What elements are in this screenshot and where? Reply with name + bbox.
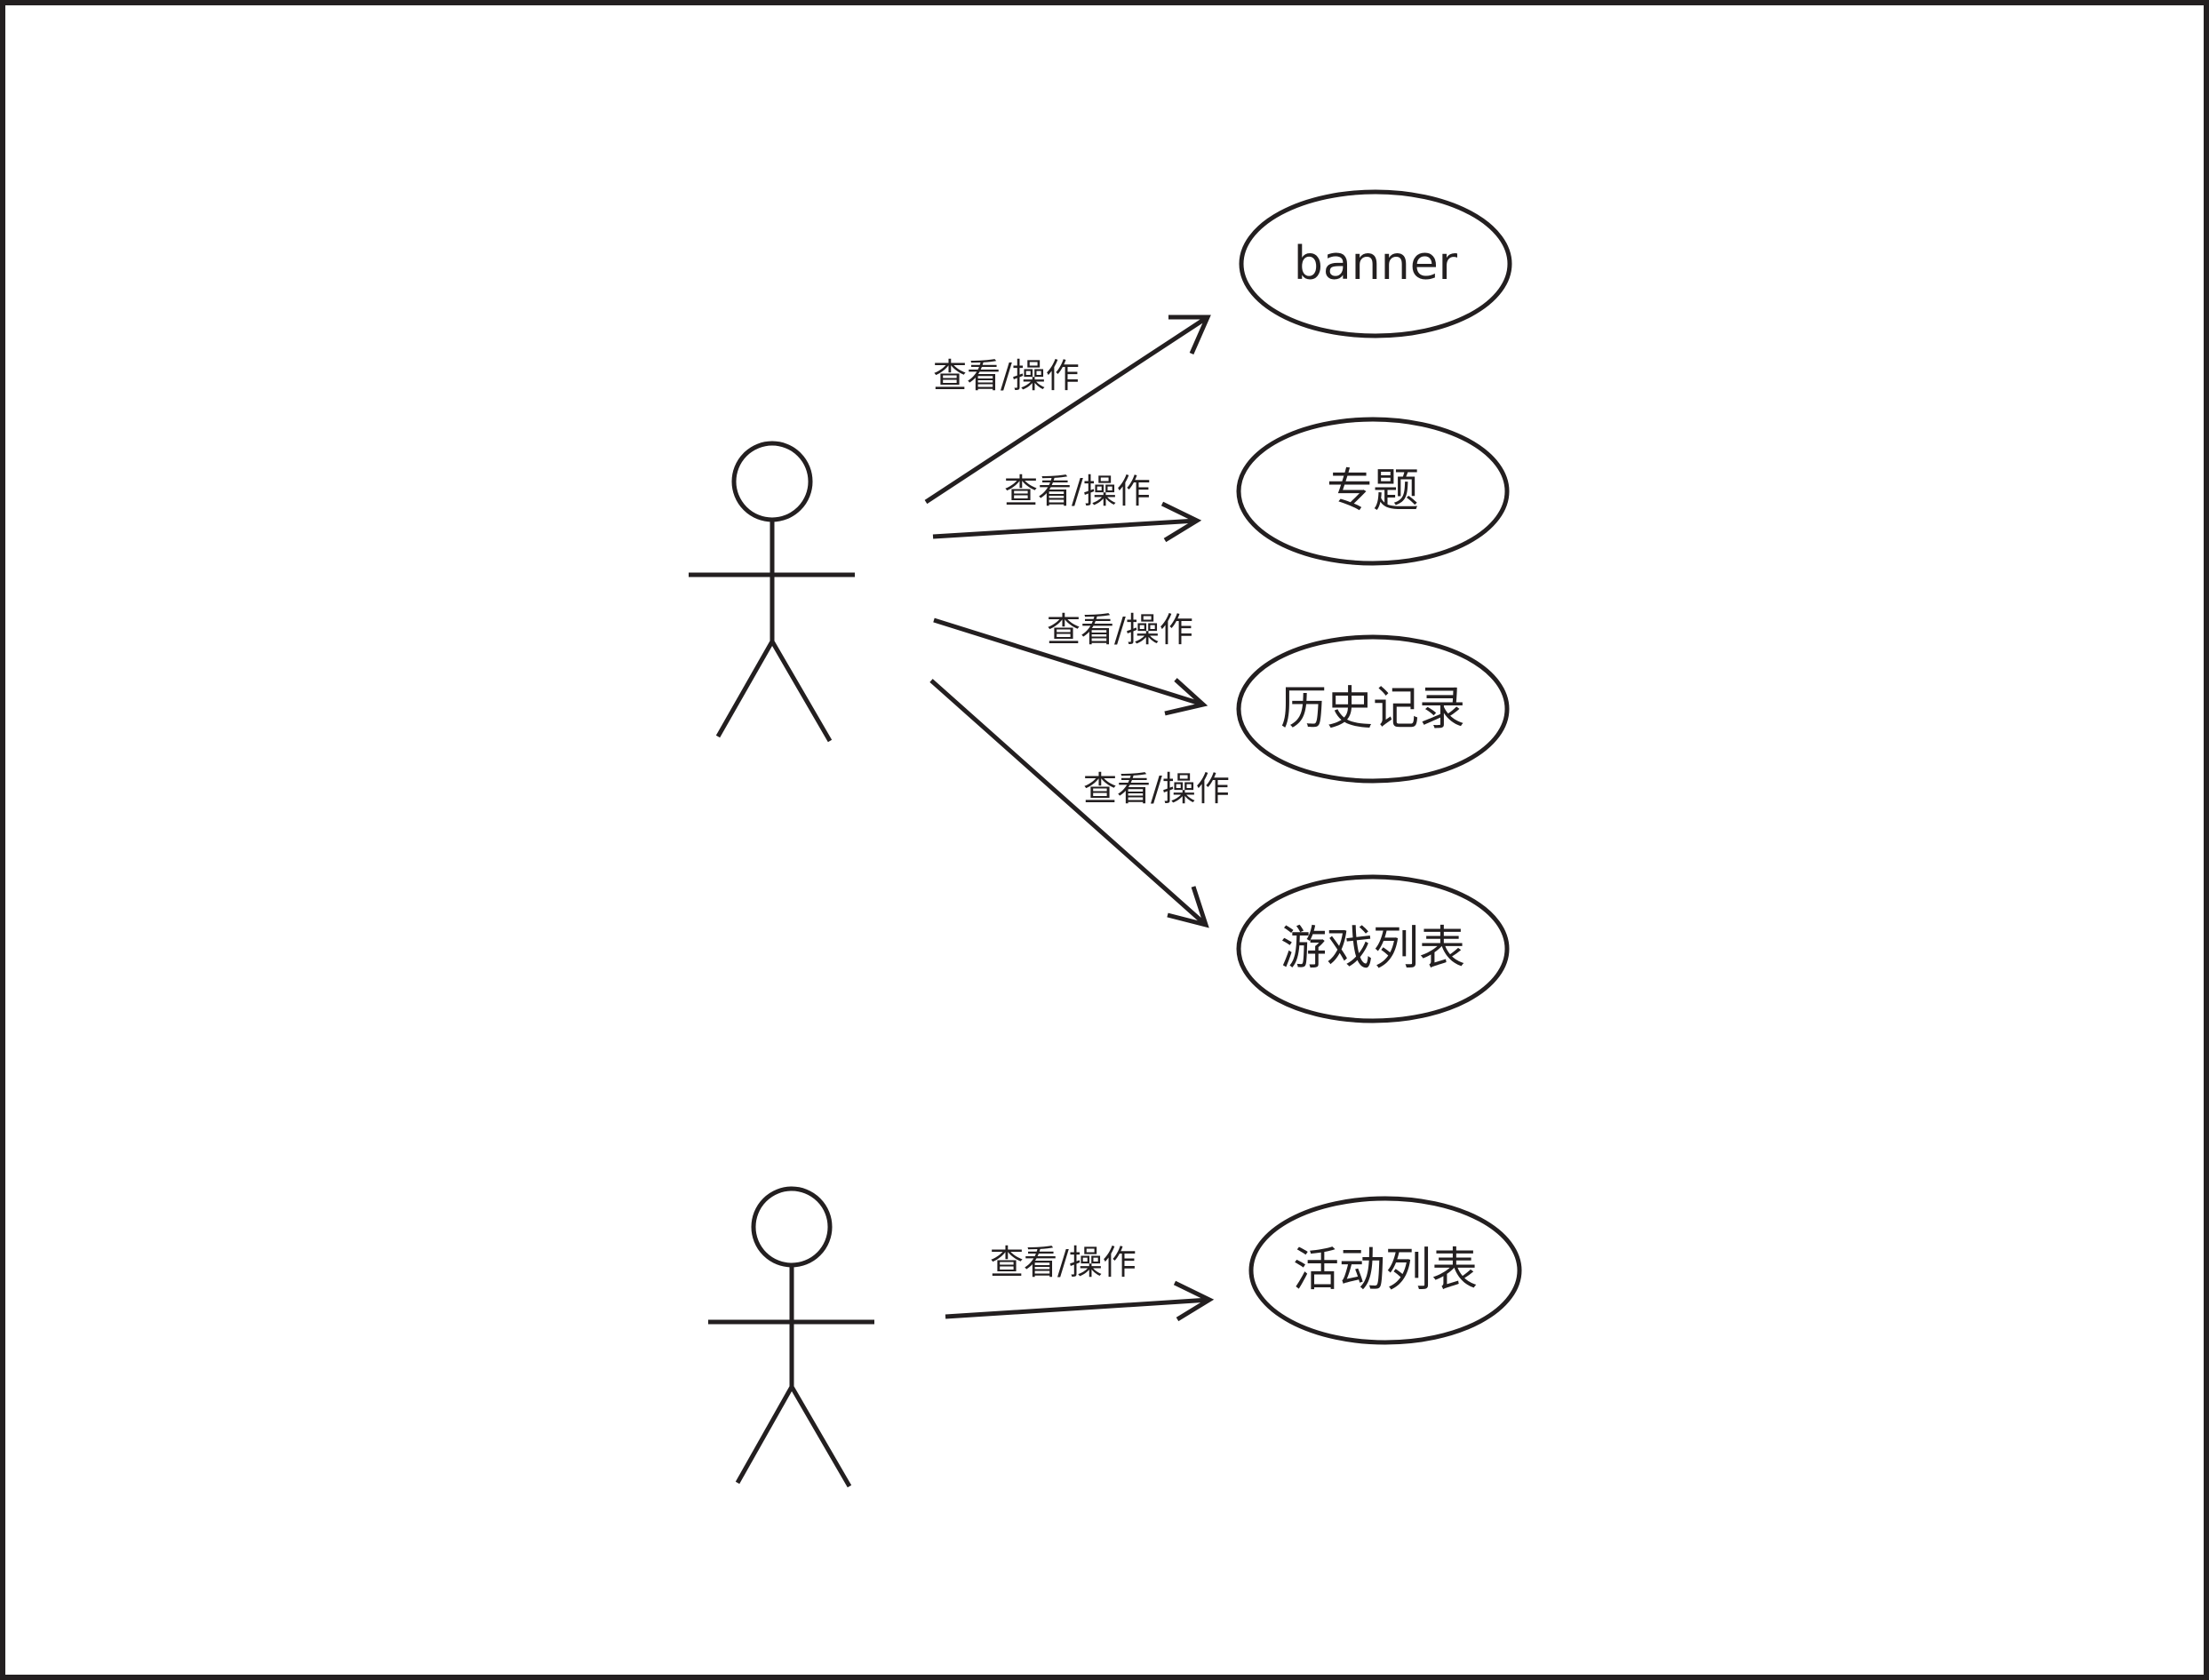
use-case-banner: banner [1239, 189, 1512, 338]
association-topic-label: 查看/操作 [1004, 472, 1151, 511]
use-case-activities-label: 活动列表 [1293, 1244, 1478, 1297]
use-case-topic: 专题 [1236, 417, 1510, 566]
association-activities-label: 查看/操作 [990, 1243, 1136, 1282]
association-banner-label: 查看/操作 [933, 356, 1080, 395]
use-case-activities: 活动列表 [1248, 1196, 1522, 1345]
use-case-diagram: banner 专题 历史记录 游戏列表 活动列表 查看/操作 查看/操作 查看/… [0, 0, 2209, 1680]
use-case-history: 历史记录 [1236, 634, 1510, 784]
association-games-label: 查看/操作 [1083, 769, 1230, 808]
use-case-banner-label: banner [1294, 237, 1458, 291]
diagram-frame [0, 0, 2209, 1680]
association-history-label: 查看/操作 [1047, 610, 1193, 649]
use-case-history-label: 历史记录 [1280, 682, 1465, 736]
use-case-games: 游戏列表 [1236, 874, 1510, 1023]
use-case-games-label: 游戏列表 [1280, 922, 1465, 975]
use-case-topic-label: 专题 [1327, 465, 1419, 518]
